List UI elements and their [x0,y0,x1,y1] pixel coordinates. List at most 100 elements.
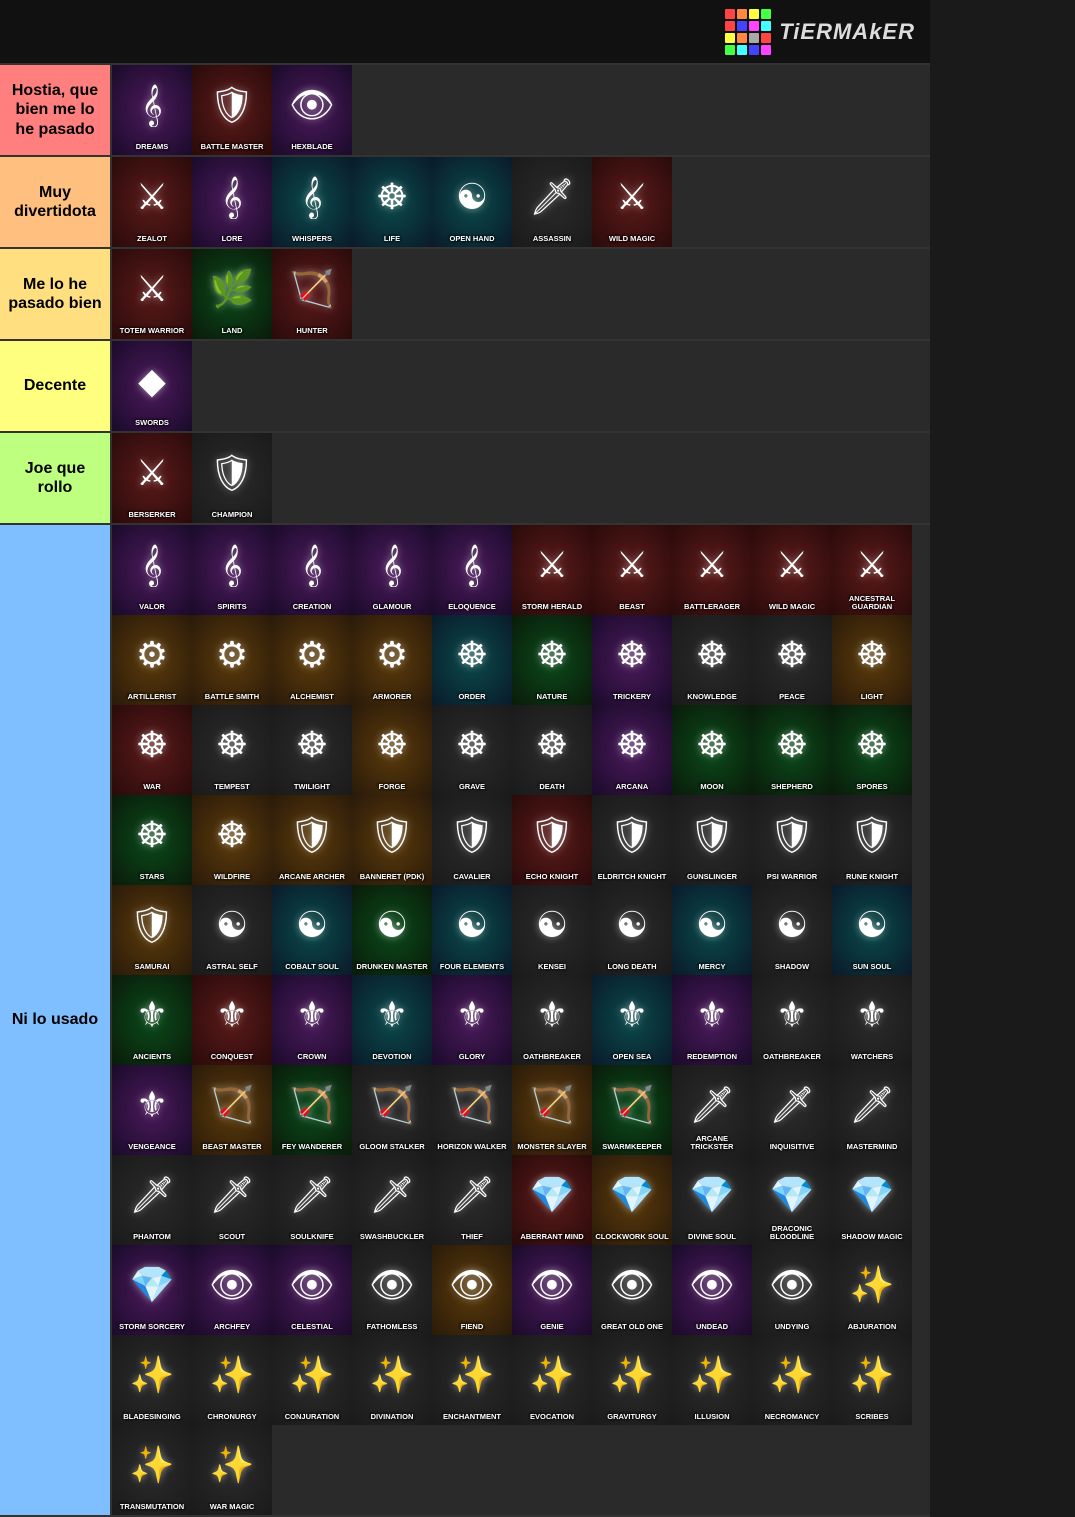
list-item[interactable]: ✨Transmutation [112,1425,192,1515]
list-item[interactable]: ☸War [112,705,192,795]
list-item[interactable]: 🗡Inquisitive [752,1065,832,1155]
list-item[interactable]: ☯Sun Soul [832,885,912,975]
list-item[interactable]: 𝄞Spirits [192,525,272,615]
list-item[interactable]: ☸Death [512,705,592,795]
list-item[interactable]: ☯Cobalt Soul [272,885,352,975]
list-item[interactable]: 🛡Arcane Archer [272,795,352,885]
list-item[interactable]: ✨Necromancy [752,1335,832,1425]
list-item[interactable]: ☸Grave [432,705,512,795]
list-item[interactable]: ⚔Totem Warrior [112,249,192,339]
list-item[interactable]: ☸Light [832,615,912,705]
list-item[interactable]: 🛡Echo Knight [512,795,592,885]
list-item[interactable]: 👁Genie [512,1245,592,1335]
list-item[interactable]: 👁Fathomless [352,1245,432,1335]
list-item[interactable]: ⚜Redemption [672,975,752,1065]
list-item[interactable]: 👁Celestial [272,1245,352,1335]
list-item[interactable]: ☯Drunken Master [352,885,432,975]
list-item[interactable]: 🛡Rune Knight [832,795,912,885]
list-item[interactable]: ☸Wildfire [192,795,272,885]
list-item[interactable]: 🏹Gloom Stalker [352,1065,432,1155]
list-item[interactable]: 🏹Swarmkeeper [592,1065,672,1155]
list-item[interactable]: ☸Stars [112,795,192,885]
list-item[interactable]: ◆Swords [112,341,192,431]
list-item[interactable]: ⚔Battlerager [672,525,752,615]
list-item[interactable]: ⚔Storm Herald [512,525,592,615]
list-item[interactable]: 🏹Hunter [272,249,352,339]
list-item[interactable]: ⚙Battle Smith [192,615,272,705]
list-item[interactable]: 💎Clockwork Soul [592,1155,672,1245]
list-item[interactable]: 🏹Beast Master [192,1065,272,1155]
list-item[interactable]: 🛡Cavalier [432,795,512,885]
list-item[interactable]: 🗡Mastermind [832,1065,912,1155]
list-item[interactable]: ✨Illusion [672,1335,752,1425]
list-item[interactable]: ✨Chronurgy [192,1335,272,1425]
list-item[interactable]: 👁Hexblade [272,65,352,155]
list-item[interactable]: 🗡Thief [432,1155,512,1245]
list-item[interactable]: 👁Undying [752,1245,832,1335]
list-item[interactable]: ⚜Oathbreaker [752,975,832,1065]
list-item[interactable]: ⚜Conquest [192,975,272,1065]
list-item[interactable]: ☸Spores [832,705,912,795]
list-item[interactable]: 💎Draconic Bloodline [752,1155,832,1245]
list-item[interactable]: ☸Peace [752,615,832,705]
list-item[interactable]: ☸Forge [352,705,432,795]
list-item[interactable]: 🗡Phantom [112,1155,192,1245]
list-item[interactable]: ☸Shepherd [752,705,832,795]
list-item[interactable]: ☸Nature [512,615,592,705]
list-item[interactable]: 🗡Assassin [512,157,592,247]
list-item[interactable]: 👁Fiend [432,1245,512,1335]
list-item[interactable]: ☯Shadow [752,885,832,975]
list-item[interactable]: ✨War Magic [192,1425,272,1515]
list-item[interactable]: 🛡Gunslinger [672,795,752,885]
list-item[interactable]: 💎Divine Soul [672,1155,752,1245]
list-item[interactable]: 👁Undead [672,1245,752,1335]
list-item[interactable]: 🗡Soulknife [272,1155,352,1245]
list-item[interactable]: ✨Scribes [832,1335,912,1425]
list-item[interactable]: 👁Archfey [192,1245,272,1335]
list-item[interactable]: 🏹Monster Slayer [512,1065,592,1155]
list-item[interactable]: 💎Shadow Magic [832,1155,912,1245]
list-item[interactable]: 🛡Battle Master [192,65,272,155]
list-item[interactable]: ☯Four Elements [432,885,512,975]
list-item[interactable]: ☸Trickery [592,615,672,705]
list-item[interactable]: 𝄞Whispers [272,157,352,247]
list-item[interactable]: 𝄞Eloquence [432,525,512,615]
list-item[interactable]: ⚔Berserker [112,433,192,523]
list-item[interactable]: ✨Abjuration [832,1245,912,1335]
list-item[interactable]: ☸Moon [672,705,752,795]
list-item[interactable]: ⚜Oathbreaker [512,975,592,1065]
list-item[interactable]: ⚜Open Sea [592,975,672,1065]
list-item[interactable]: ☯Kensei [512,885,592,975]
list-item[interactable]: ☯Open Hand [432,157,512,247]
list-item[interactable]: 🗡Swashbuckler [352,1155,432,1245]
list-item[interactable]: ✨Enchantment [432,1335,512,1425]
list-item[interactable]: 𝄞Lore [192,157,272,247]
list-item[interactable]: 💎Aberrant Mind [512,1155,592,1245]
list-item[interactable]: ☸Life [352,157,432,247]
list-item[interactable]: ⚔Ancestral Guardian [832,525,912,615]
list-item[interactable]: 🌿Land [192,249,272,339]
list-item[interactable]: 𝄞Glamour [352,525,432,615]
list-item[interactable]: ☸Order [432,615,512,705]
list-item[interactable]: 𝄞Creation [272,525,352,615]
list-item[interactable]: 𝄞Dreams [112,65,192,155]
list-item[interactable]: 🛡Eldritch Knight [592,795,672,885]
list-item[interactable]: ⚜Devotion [352,975,432,1065]
list-item[interactable]: ⚜Glory [432,975,512,1065]
list-item[interactable]: 𝄞Valor [112,525,192,615]
list-item[interactable]: ☯Astral Self [192,885,272,975]
list-item[interactable]: 🗡Scout [192,1155,272,1245]
list-item[interactable]: ☸Arcana [592,705,672,795]
list-item[interactable]: ☸Twilight [272,705,352,795]
list-item[interactable]: 💎Storm Sorcery [112,1245,192,1335]
list-item[interactable]: 🗡Arcane Trickster [672,1065,752,1155]
list-item[interactable]: ⚜Vengeance [112,1065,192,1155]
list-item[interactable]: ☯Long Death [592,885,672,975]
list-item[interactable]: ⚜Watchers [832,975,912,1065]
list-item[interactable]: ⚙Alchemist [272,615,352,705]
list-item[interactable]: ✨Graviturgy [592,1335,672,1425]
list-item[interactable]: ⚔Wild Magic [592,157,672,247]
list-item[interactable]: ☸Tempest [192,705,272,795]
list-item[interactable]: 👁Great Old One [592,1245,672,1335]
list-item[interactable]: ☸Knowledge [672,615,752,705]
